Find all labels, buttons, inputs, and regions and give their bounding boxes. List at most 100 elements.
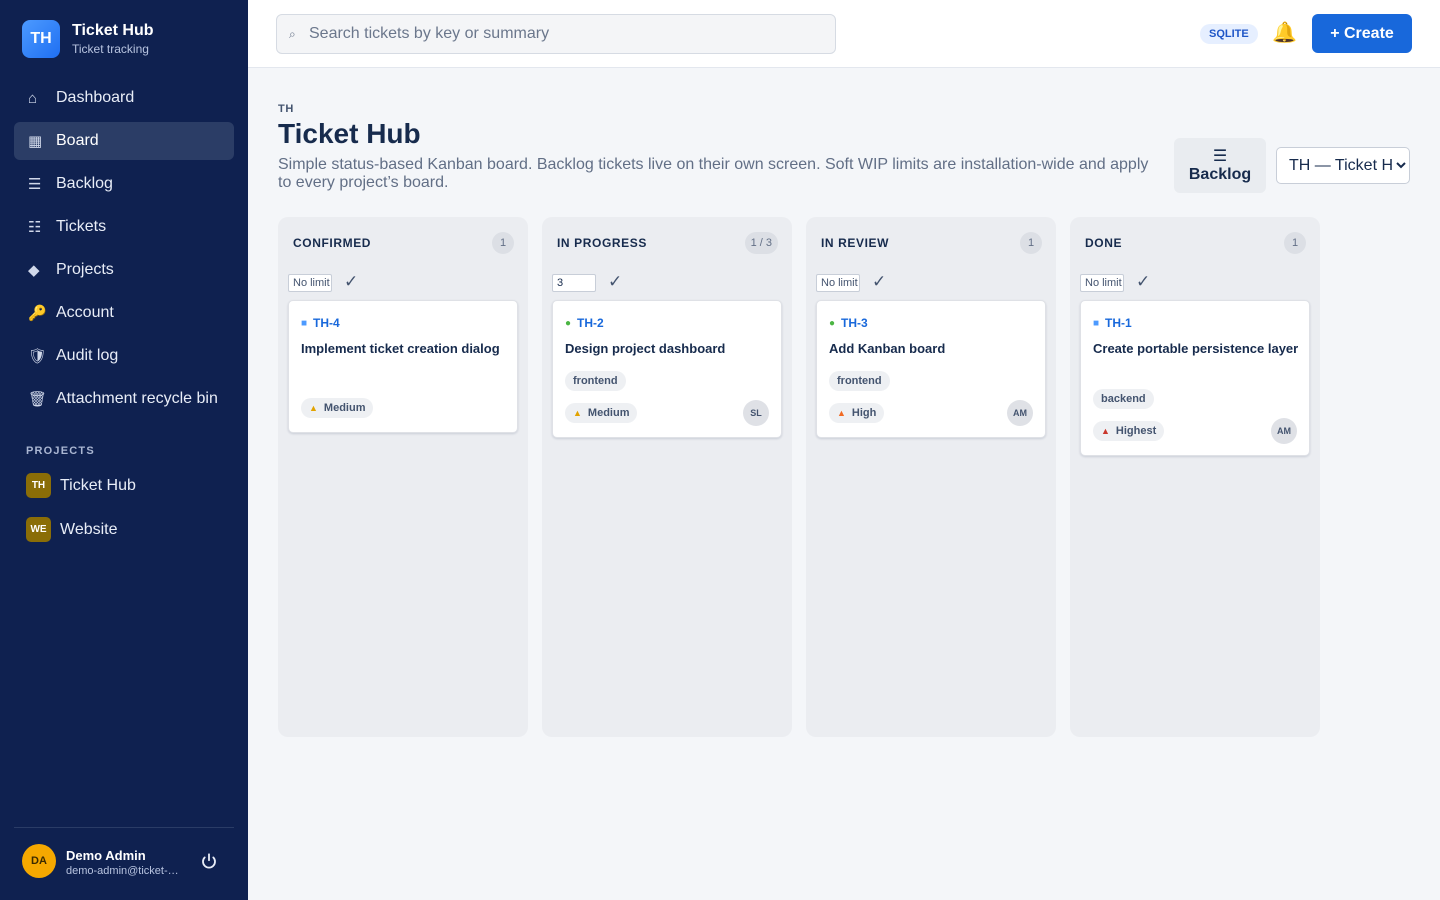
column-count-badge: 1	[1284, 232, 1306, 254]
project-name: Website	[60, 520, 118, 538]
issue-type-icon: ■	[301, 317, 308, 329]
assignee-avatar[interactable]: AM	[1007, 400, 1033, 426]
project-select[interactable]: TH — Ticket Hub	[1276, 147, 1410, 184]
logout-power-icon[interactable]	[198, 850, 220, 872]
sidebar-item-label: Board	[56, 132, 99, 149]
sidebar-item-backlog[interactable]: ☰ Backlog	[14, 165, 234, 203]
ticket-key: ■ TH-1	[1093, 316, 1132, 330]
wip-limit-input[interactable]	[552, 274, 596, 292]
board-column-in-progress: IN PROGRESS 1 / 3 ✓ ● TH-2 Design project das…	[542, 217, 792, 737]
sidebar-item-label: Dashboard	[56, 89, 135, 106]
ticket-card[interactable]: ■ TH-1 Create portable persistence layer ba…	[1080, 300, 1310, 456]
assignee-avatar[interactable]: SL	[743, 400, 769, 426]
issue-type-icon: ●	[565, 317, 572, 329]
trash-icon: 🗑	[28, 391, 48, 408]
sidebar-item-label: Account	[56, 304, 114, 321]
save-wip-check-icon[interactable]: ✓	[1136, 272, 1150, 292]
save-wip-check-icon[interactable]: ✓	[344, 272, 358, 292]
wip-limit-input[interactable]	[816, 274, 860, 292]
sidebar-item-board[interactable]: ▦ Board	[14, 122, 234, 160]
priority-label: Medium	[323, 402, 366, 414]
page-description: Simple status-based Kanban board. Backlo…	[278, 156, 1149, 191]
priority-chip: ▲ Medium	[301, 398, 374, 418]
key-icon: 🔑	[28, 305, 47, 322]
ticket-summary: Add Kanban board	[829, 341, 946, 356]
sidebar-project-website[interactable]: WE Website	[26, 517, 118, 542]
ticket-summary: Implement ticket creation dialog	[301, 341, 500, 356]
project-badge: WE	[26, 517, 51, 542]
column-title: DONE	[1085, 236, 1123, 250]
search-icon: ⌕	[289, 26, 296, 41]
board-column-confirmed: CONFIRMED 1 ✓ ■ TH-4 Implement ticket creatio…	[278, 217, 528, 737]
search-box[interactable]: ⌕	[276, 14, 836, 54]
priority-label: High	[851, 407, 877, 419]
brand[interactable]: TH Ticket Hub Ticket tracking	[22, 20, 154, 58]
project-badge: TH	[26, 473, 51, 498]
sidebar-item-label: Backlog	[56, 175, 113, 192]
priority-chip: ▲ Medium	[565, 403, 638, 423]
ticket-summary: Create portable persistence layer	[1093, 341, 1299, 356]
sidebar-item-audit-log[interactable]: 🛡 Audit log	[14, 337, 234, 375]
projects-icon: ◆	[28, 262, 40, 279]
sidebar-item-attachment-recycle-bin[interactable]: 🗑 Attachment recycle bin	[14, 380, 234, 418]
ticket-key: ● TH-2	[565, 316, 604, 330]
ticket-key-text: TH-4	[313, 316, 340, 330]
backlog-button-label: Backlog	[1188, 165, 1252, 183]
user-name: Demo Admin	[66, 848, 146, 863]
board-icon: ▦	[28, 133, 43, 150]
ticket-card[interactable]: ● TH-2 Design project dashboard frontend ▲ Me…	[552, 300, 782, 438]
priority-arrow-icon: ▲	[309, 403, 318, 413]
ticket-key-text: TH-3	[841, 316, 868, 330]
search-input[interactable]	[309, 25, 809, 43]
ticket-card[interactable]: ■ TH-4 Implement ticket creation dialog ▲ Me…	[288, 300, 518, 433]
brand-text: Ticket Hub Ticket tracking	[72, 21, 154, 57]
create-button[interactable]: + Create	[1312, 14, 1412, 53]
label-chip: backend	[1093, 389, 1154, 409]
home-icon: ⌂	[28, 89, 38, 107]
sidebar-nav: ⌂ Dashboard ▦ Board ☰ Backlog ☷ Tickets ◆ Project…	[14, 79, 234, 423]
notifications-bell-icon[interactable]: 🔔	[1272, 20, 1297, 45]
priority-arrow-icon: ▲	[573, 408, 582, 418]
sidebar-item-label: Tickets	[56, 218, 107, 235]
board-column-in-review: IN REVIEW 1 ✓ ● TH-3 Add Kanban board frontend…	[806, 217, 1056, 737]
sidebar-item-label: Audit log	[56, 347, 119, 364]
sidebar-item-account[interactable]: 🔑 Account	[14, 294, 234, 332]
save-wip-check-icon[interactable]: ✓	[608, 272, 622, 292]
issue-type-icon: ●	[829, 317, 836, 329]
priority-arrow-icon: ▲	[1101, 426, 1110, 436]
brand-subtitle: Ticket tracking	[72, 42, 149, 56]
sidebar-item-dashboard[interactable]: ⌂ Dashboard	[14, 79, 234, 117]
wip-limit-input[interactable]	[1080, 274, 1124, 292]
shield-icon: 🛡	[28, 348, 48, 365]
label-chip: frontend	[565, 371, 626, 391]
save-wip-check-icon[interactable]: ✓	[872, 272, 886, 292]
column-count-badge: 1	[1020, 232, 1042, 254]
project-key-label: TH	[278, 103, 294, 115]
priority-arrow-icon: ▲	[837, 408, 846, 418]
ticket-key: ● TH-3	[829, 316, 868, 330]
sidebar-project-ticket-hub[interactable]: TH Ticket Hub	[26, 473, 136, 498]
ticket-key-text: TH-1	[1105, 316, 1132, 330]
user-email: demo-admin@ticket-hub.local	[66, 865, 184, 877]
avatar[interactable]: DA	[22, 844, 56, 878]
sidebar-item-label: Attachment recycle bin	[56, 390, 218, 407]
column-count-badge: 1	[492, 232, 514, 254]
assignee-avatar[interactable]: AM	[1271, 418, 1297, 444]
priority-chip: ▲ High	[829, 403, 885, 423]
projects-heading: PROJECTS	[26, 445, 95, 457]
label-chip: frontend	[829, 371, 890, 391]
ticket-key: ■ TH-4	[301, 316, 340, 330]
list-icon: ☰	[1212, 147, 1228, 165]
sidebar-item-projects[interactable]: ◆ Projects	[14, 251, 234, 289]
ticket-card[interactable]: ● TH-3 Add Kanban board frontend ▲ High AM	[816, 300, 1046, 438]
list-icon: ☰	[28, 176, 42, 193]
sidebar-item-tickets[interactable]: ☷ Tickets	[14, 208, 234, 246]
sidebar: TH Ticket Hub Ticket tracking ⌂ Dashboard…	[0, 0, 248, 900]
priority-label: Highest	[1115, 425, 1157, 437]
column-title: IN PROGRESS	[557, 236, 647, 250]
column-title: CONFIRMED	[293, 236, 372, 250]
database-badge: SQLITE	[1200, 24, 1258, 44]
backlog-button[interactable]: ☰ Backlog	[1174, 138, 1266, 193]
wip-limit-input[interactable]	[288, 274, 332, 292]
ticket-summary: Design project dashboard	[565, 341, 726, 356]
